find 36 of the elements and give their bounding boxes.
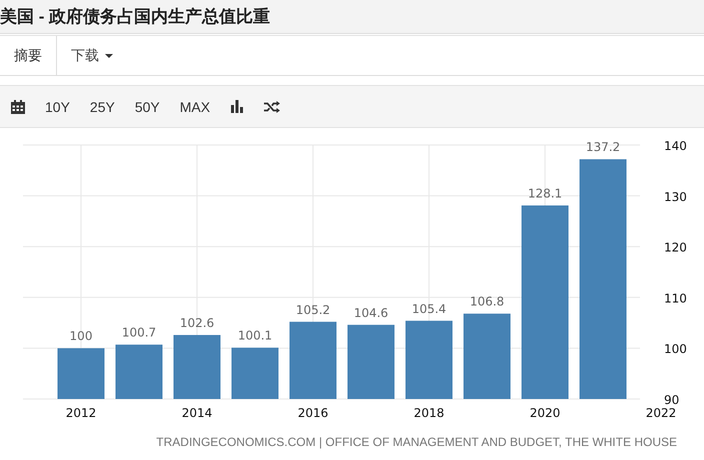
x-tick-label: 2012 (66, 406, 96, 420)
x-tick-label: 2014 (182, 406, 212, 420)
bar (116, 344, 162, 399)
value-label: 100 (70, 329, 92, 344)
y-tick-label: 140 (664, 139, 687, 153)
value-label: 137.2 (586, 140, 620, 154)
x-tick-label: 2022 (646, 406, 676, 420)
y-tick-label: 130 (664, 190, 687, 204)
calendar-icon[interactable] (11, 100, 25, 114)
bar-chart-icon[interactable] (230, 100, 244, 113)
x-tick-label: 2016 (298, 406, 328, 420)
x-tick-label: 2020 (530, 406, 560, 420)
range-button[interactable]: MAX (180, 98, 210, 114)
caret-icon (105, 54, 113, 58)
value-label: 106.8 (470, 294, 504, 309)
source-note: TRADINGECONOMICS.COM | OFFICE OF MANAGEMENT AND BUDGET, THE WHITE HOUSE (156, 435, 677, 449)
range-button[interactable]: 10Y (45, 98, 70, 114)
y-tick-label: 90 (664, 393, 680, 407)
value-label: 105.4 (412, 302, 446, 316)
value-label: 100.1 (238, 328, 272, 343)
shuffle-icon[interactable] (264, 100, 280, 112)
value-label: 100.7 (122, 326, 156, 340)
bar (58, 348, 104, 399)
x-tick-label: 2018 (414, 406, 444, 420)
bar (232, 348, 278, 399)
y-tick-label: 120 (664, 240, 687, 255)
range-button[interactable]: 50Y (134, 98, 160, 114)
value-label: 104.6 (354, 306, 388, 320)
y-tick-label: 100 (664, 342, 687, 356)
y-tick-label: 110 (664, 291, 687, 306)
value-label: 128.1 (528, 186, 562, 200)
bar (174, 335, 220, 399)
value-label: 105.2 (296, 302, 330, 317)
page-title: 美国 - 政府债务占国内生产总值比重 (0, 6, 270, 28)
range-button[interactable]: 25Y (90, 98, 115, 114)
value-label: 102.6 (180, 316, 214, 330)
